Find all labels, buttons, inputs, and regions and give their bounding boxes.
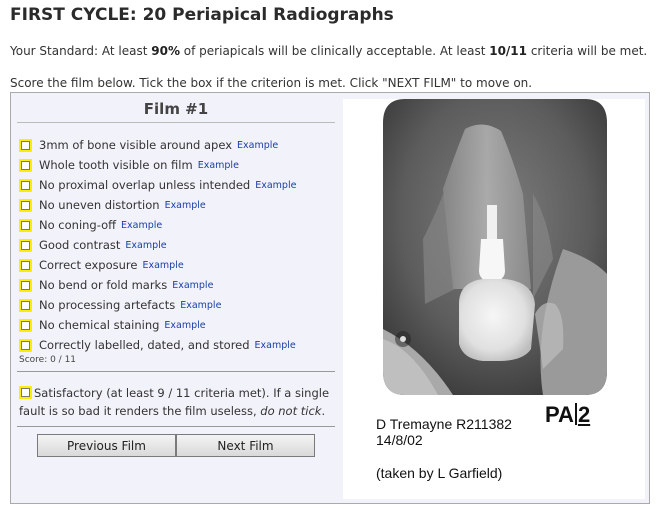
- scoring-frame: Film #1 3mm of bone visible around apex E…: [10, 92, 650, 504]
- criterion-checkbox[interactable]: [19, 218, 32, 232]
- criterion-checkbox[interactable]: [19, 158, 32, 172]
- criterion-checkbox[interactable]: [19, 278, 32, 292]
- criterion-checkbox[interactable]: [19, 138, 32, 152]
- instructions: Score the film below. Tick the box if th…: [10, 76, 533, 90]
- previous-film-button[interactable]: Previous Film: [37, 434, 176, 457]
- film-label-number: 2: [577, 402, 591, 427]
- film-label: PA 2: [545, 402, 590, 428]
- satisfactory-end: .: [321, 404, 326, 418]
- example-link[interactable]: Example: [172, 280, 213, 291]
- criterion-checkbox[interactable]: [19, 178, 32, 192]
- criterion-label: Whole tooth visible on film: [39, 158, 193, 172]
- example-link[interactable]: Example: [164, 320, 205, 331]
- example-link[interactable]: Example: [198, 160, 239, 171]
- criterion-checkbox[interactable]: [19, 258, 32, 272]
- criterion-item: Whole tooth visible on film Example: [19, 155, 296, 175]
- radiograph-panel: D Tremayne R211382 PA 2 14/8/02 (taken by…: [343, 99, 645, 499]
- criterion-item: No proximal overlap unless intended Examp…: [19, 175, 296, 195]
- example-link[interactable]: Example: [255, 180, 296, 191]
- criterion-item: No bend or fold marks Example: [19, 275, 296, 295]
- criteria-list: 3mm of bone visible around apex Example W…: [19, 135, 296, 355]
- criterion-checkbox[interactable]: [19, 298, 32, 312]
- criterion-label: No processing artefacts: [39, 298, 176, 312]
- film-title: Film #1: [143, 100, 209, 118]
- criterion-item: 3mm of bone visible around apex Example: [19, 135, 296, 155]
- divider: [17, 371, 335, 372]
- criterion-label: No coning-off: [39, 218, 117, 232]
- film-label-bar: [574, 403, 577, 425]
- example-link[interactable]: Example: [237, 140, 278, 151]
- criterion-item: Correct exposure Example: [19, 255, 296, 275]
- divider: [17, 122, 335, 123]
- criterion-item: Good contrast Example: [19, 235, 296, 255]
- film-label-pa: PA: [545, 402, 574, 427]
- criteria-panel: Film #1 3mm of bone visible around apex E…: [11, 93, 341, 503]
- example-link[interactable]: Example: [255, 340, 296, 351]
- standard-mid: of periapicals will be clinically accept…: [179, 44, 490, 58]
- film-date: 14/8/02: [376, 432, 423, 448]
- score-readout: Score: 0 / 11: [19, 355, 77, 365]
- criterion-item: Correctly labelled, dated, and stored Exa…: [19, 335, 296, 355]
- radiograph-image: [383, 99, 607, 395]
- satisfactory-checkbox[interactable]: [19, 386, 32, 399]
- criterion-label: 3mm of bone visible around apex: [39, 138, 233, 152]
- standard-criteria: 10/11: [489, 44, 527, 58]
- criterion-label: Correctly labelled, dated, and stored: [39, 338, 250, 352]
- taken-by: (taken by L Garfield): [376, 465, 503, 481]
- satisfactory-block: Satisfactory (at least 9 / 11 criteria m…: [19, 384, 337, 420]
- criterion-label: No bend or fold marks: [39, 278, 168, 292]
- criterion-item: No chemical staining Example: [19, 315, 296, 335]
- example-link[interactable]: Example: [125, 240, 166, 251]
- page-title: FIRST CYCLE: 20 Periapical Radiographs: [10, 5, 394, 25]
- criterion-label: No uneven distortion: [39, 198, 160, 212]
- divider: [17, 426, 335, 427]
- criterion-checkbox[interactable]: [19, 338, 32, 352]
- example-link[interactable]: Example: [165, 200, 206, 211]
- standard-suffix: criteria will be met.: [527, 44, 648, 58]
- standard-prefix: Your Standard: At least: [10, 44, 152, 58]
- navigation-buttons: Previous Film Next Film: [37, 434, 315, 457]
- standard-text: Your Standard: At least 90% of periapica…: [10, 44, 647, 58]
- standard-percent: 90%: [151, 44, 180, 58]
- criterion-label: Correct exposure: [39, 258, 138, 272]
- criterion-checkbox[interactable]: [19, 198, 32, 212]
- criterion-checkbox[interactable]: [19, 238, 32, 252]
- example-link[interactable]: Example: [121, 220, 162, 231]
- next-film-button[interactable]: Next Film: [176, 434, 315, 457]
- criterion-item: No processing artefacts Example: [19, 295, 296, 315]
- criterion-item: No uneven distortion Example: [19, 195, 296, 215]
- patient-line: D Tremayne R211382: [376, 416, 512, 432]
- criterion-checkbox[interactable]: [19, 318, 32, 332]
- criterion-label: Good contrast: [39, 238, 121, 252]
- example-link[interactable]: Example: [180, 300, 221, 311]
- example-link[interactable]: Example: [142, 260, 183, 271]
- criterion-label: No chemical staining: [39, 318, 160, 332]
- satisfactory-emphasis: do not tick: [260, 404, 322, 418]
- criterion-item: No coning-off Example: [19, 215, 296, 235]
- criterion-label: No proximal overlap unless intended: [39, 178, 251, 192]
